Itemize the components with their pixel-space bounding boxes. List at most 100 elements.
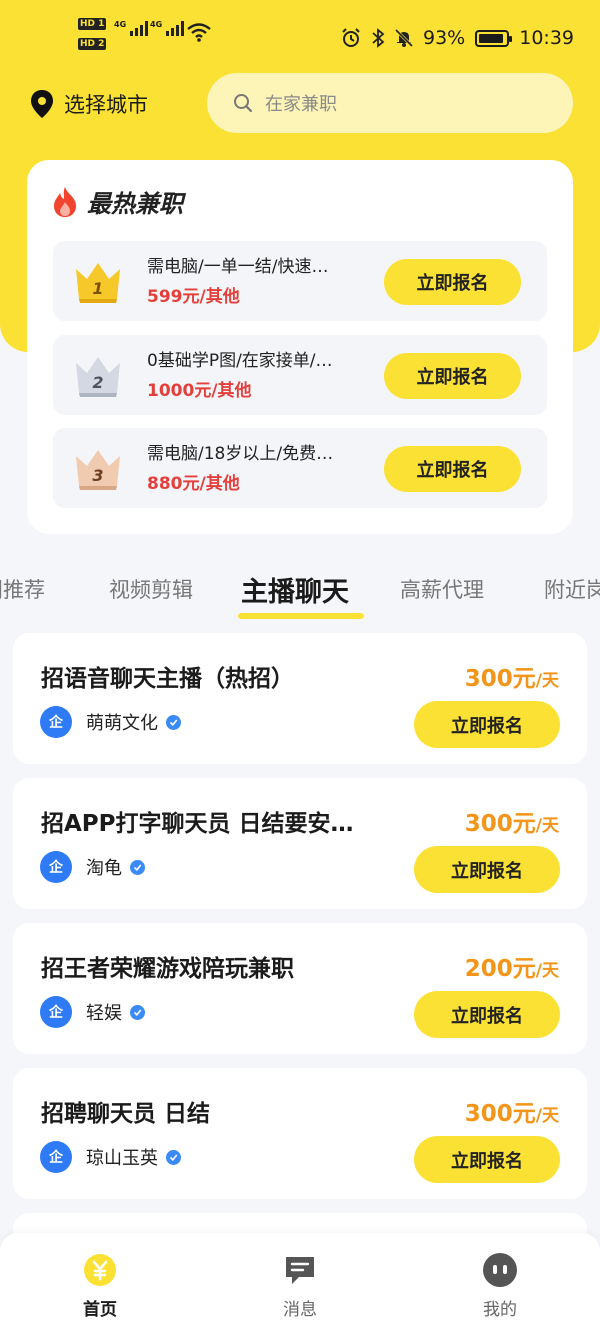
apply-button[interactable]: 立即报名 bbox=[384, 446, 521, 492]
salary-amount: 300元 bbox=[464, 666, 536, 692]
clock: 10:39 bbox=[519, 27, 574, 49]
enterprise-badge-icon: 企 bbox=[40, 851, 72, 883]
salary-unit: /天 bbox=[535, 816, 559, 836]
search-input[interactable]: 在家兼职 bbox=[207, 73, 573, 133]
hot-title: 最热兼职 bbox=[51, 184, 183, 219]
apply-button[interactable]: 立即报名 bbox=[414, 701, 560, 748]
salary-unit: /天 bbox=[535, 961, 559, 981]
job-title: 招APP打字聊天员 日结要安… bbox=[41, 811, 354, 837]
company-info: 企 淘龟 bbox=[40, 851, 145, 883]
hot-jobs-card: 最热兼职 1 需电脑/一单一结/快速… 599元/其他 立即报名 2 0基础学P… bbox=[27, 160, 573, 534]
apply-button[interactable]: 立即报名 bbox=[414, 991, 560, 1038]
company-name: 轻娱 bbox=[86, 1003, 122, 1024]
job-salary: 300元 /天 bbox=[465, 804, 559, 838]
enterprise-badge-icon: 企 bbox=[40, 996, 72, 1028]
bluetooth-icon bbox=[372, 28, 385, 48]
location-pin-icon bbox=[31, 90, 53, 118]
company-name: 琼山玉英 bbox=[86, 1148, 158, 1169]
hd1-badge: HD 1 bbox=[78, 18, 107, 30]
wifi-icon bbox=[187, 23, 211, 42]
signal-2-icon: 4G bbox=[150, 20, 185, 36]
job-salary: 200元 /天 bbox=[465, 949, 559, 983]
hot-item-name: 0基础学P图/在家接单/… bbox=[147, 351, 333, 371]
status-right: 93% 10:39 bbox=[341, 24, 574, 52]
signal-group: HD 1 HD 2 4G 4G bbox=[78, 16, 218, 56]
apply-button[interactable]: 立即报名 bbox=[414, 1136, 560, 1183]
battery-icon bbox=[475, 29, 513, 47]
job-title: 招语音聊天主播（热招） bbox=[41, 666, 294, 692]
nav-profile-label: 我的 bbox=[483, 1300, 517, 1320]
job-card[interactable]: 招APP打字聊天员 日结要安… 300元 /天 企 淘龟 立即报名 bbox=[13, 778, 587, 909]
rank-1: 1 bbox=[92, 279, 103, 298]
company-info: 企 琼山玉英 bbox=[40, 1141, 181, 1173]
search-placeholder: 在家兼职 bbox=[265, 94, 337, 115]
hot-item-3[interactable]: 3 需电脑/18岁以上/免费… 880元/其他 立即报名 bbox=[53, 428, 547, 508]
battery-percent: 93% bbox=[423, 27, 466, 49]
search-icon bbox=[234, 94, 253, 113]
job-salary: 300元 /天 bbox=[465, 1094, 559, 1128]
tab-high-pay-agent[interactable]: 高薪代理 bbox=[400, 574, 484, 604]
yuan-coin-icon bbox=[81, 1251, 119, 1289]
tab-streamer-chat[interactable]: 主播聊天 bbox=[241, 570, 349, 609]
active-tab-indicator bbox=[238, 613, 364, 619]
nav-messages[interactable]: 消息 bbox=[240, 1251, 360, 1320]
flame-icon bbox=[54, 186, 76, 217]
rank-2: 2 bbox=[92, 373, 103, 392]
tab-recommend[interactable]: 门推荐 bbox=[0, 574, 45, 604]
nav-home[interactable]: 首页 bbox=[40, 1251, 160, 1320]
city-label: 选择城市 bbox=[64, 93, 148, 117]
verified-check-icon bbox=[130, 1004, 145, 1020]
gold-crown-icon: 1 bbox=[76, 263, 120, 303]
hot-item-name: 需电脑/18岁以上/免费… bbox=[147, 444, 334, 464]
verified-check-icon bbox=[166, 714, 181, 730]
enterprise-badge-icon: 企 bbox=[40, 706, 72, 738]
nav-home-label: 首页 bbox=[83, 1300, 117, 1320]
hot-title-text: 最热兼职 bbox=[87, 190, 183, 218]
nav-messages-label: 消息 bbox=[283, 1300, 317, 1320]
hot-item-price: 1000元/其他 bbox=[147, 381, 252, 401]
tab-nearby[interactable]: 附近岗 bbox=[544, 574, 600, 604]
hot-item-name: 需电脑/一单一结/快速… bbox=[147, 257, 329, 277]
job-card[interactable]: 招聘聊天员 日结 300元 /天 企 琼山玉英 立即报名 bbox=[13, 1068, 587, 1199]
salary-amount: 200元 bbox=[464, 956, 536, 982]
nav-profile[interactable]: 我的 bbox=[440, 1251, 560, 1320]
bronze-crown-icon: 3 bbox=[76, 450, 120, 490]
hot-item-price: 880元/其他 bbox=[147, 474, 240, 494]
hot-item-2[interactable]: 2 0基础学P图/在家接单/… 1000元/其他 立即报名 bbox=[53, 335, 547, 415]
hd2-badge: HD 2 bbox=[78, 38, 107, 50]
profile-face-icon bbox=[481, 1251, 519, 1289]
rank-3: 3 bbox=[92, 466, 103, 485]
job-card[interactable]: 招语音聊天主播（热招） 300元 /天 企 萌萌文化 立即报名 bbox=[13, 633, 587, 764]
salary-unit: /天 bbox=[535, 1106, 559, 1126]
job-card[interactable]: 招王者荣耀游戏陪玩兼职 200元 /天 企 轻娱 立即报名 bbox=[13, 923, 587, 1054]
message-icon bbox=[281, 1251, 319, 1289]
verified-check-icon bbox=[166, 1149, 181, 1165]
signal-1-icon: 4G bbox=[114, 20, 149, 36]
apply-button[interactable]: 立即报名 bbox=[414, 846, 560, 893]
salary-amount: 300元 bbox=[464, 1101, 536, 1127]
hot-item-1[interactable]: 1 需电脑/一单一结/快速… 599元/其他 立即报名 bbox=[53, 241, 547, 321]
network-type-1: 4G bbox=[114, 20, 127, 29]
job-title: 招聘聊天员 日结 bbox=[41, 1101, 211, 1127]
salary-amount: 300元 bbox=[464, 811, 536, 837]
salary-unit: /天 bbox=[535, 671, 559, 691]
company-name: 淘龟 bbox=[86, 858, 122, 879]
silver-crown-icon: 2 bbox=[76, 357, 120, 397]
tab-video-editing[interactable]: 视频剪辑 bbox=[109, 574, 193, 604]
company-name: 萌萌文化 bbox=[86, 713, 158, 734]
alarm-icon bbox=[342, 28, 360, 47]
enterprise-badge-icon: 企 bbox=[40, 1141, 72, 1173]
network-type-2: 4G bbox=[150, 20, 163, 29]
apply-button[interactable]: 立即报名 bbox=[384, 353, 521, 399]
job-salary: 300元 /天 bbox=[465, 659, 559, 693]
apply-button[interactable]: 立即报名 bbox=[384, 259, 521, 305]
company-info: 企 轻娱 bbox=[40, 996, 145, 1028]
status-bar: HD 1 HD 2 4G 4G 93% 10:39 bbox=[0, 0, 600, 72]
mute-bell-icon bbox=[395, 28, 413, 48]
company-info: 企 萌萌文化 bbox=[40, 706, 181, 738]
bottom-nav: 首页 消息 我的 bbox=[0, 1233, 600, 1333]
verified-check-icon bbox=[130, 859, 145, 875]
hot-item-price: 599元/其他 bbox=[147, 287, 240, 307]
job-title: 招王者荣耀游戏陪玩兼职 bbox=[41, 956, 294, 982]
city-selector[interactable]: 选择城市 bbox=[30, 88, 148, 120]
